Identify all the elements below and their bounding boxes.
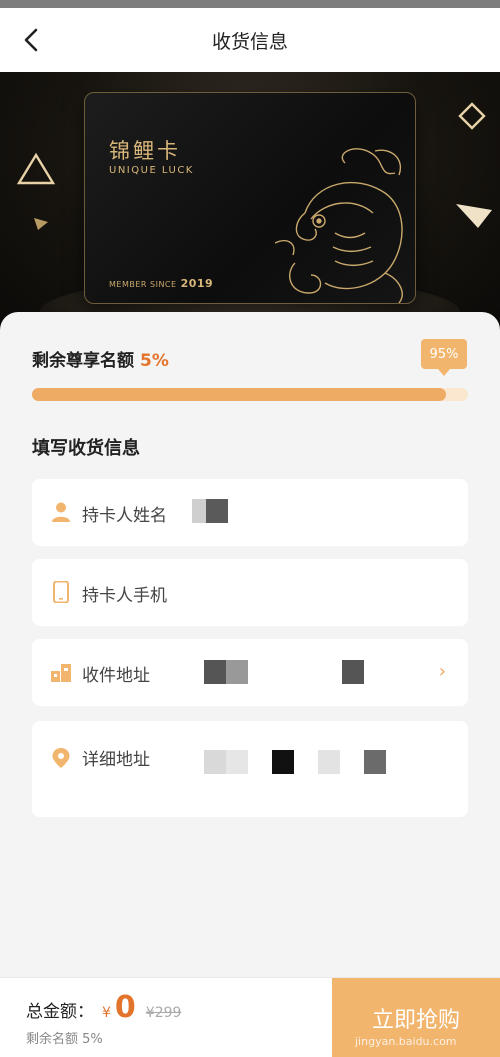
progress-bubble: 95% — [421, 339, 467, 376]
location-pin-icon — [52, 748, 70, 768]
card-member-since: MEMBER SINCE 2019 — [109, 277, 214, 290]
quota-label: 剩余尊享名额 — [32, 351, 134, 371]
section-title: 填写收货信息 — [32, 438, 140, 459]
total-row: 总金额： ¥ 0 ¥299 — [26, 990, 181, 1025]
original-price: ¥299 — [145, 1005, 182, 1021]
detailed-address-field[interactable]: 详细地址 — [32, 721, 468, 817]
currency-symbol: ¥ — [102, 1005, 111, 1021]
total-label: 总金额： — [26, 1002, 94, 1022]
progress-bubble-text: 95% — [429, 346, 459, 362]
redacted-value — [192, 499, 228, 523]
quota-percent: 5% — [140, 351, 169, 371]
chevron-right-icon[interactable]: › — [439, 661, 446, 682]
triangle-decor — [456, 204, 492, 228]
progress-bar — [32, 388, 468, 401]
card-subtitle: UNIQUE LUCK — [109, 165, 194, 176]
user-icon — [52, 502, 70, 522]
building-icon — [51, 664, 71, 682]
quota-row: 剩余尊享名额 5% — [32, 346, 169, 371]
card-name: 锦鲤卡 — [109, 139, 181, 163]
field-label: 持卡人姓名 — [82, 506, 167, 526]
cardholder-phone-field[interactable]: 持卡人手机 — [32, 559, 468, 626]
remaining-quota-text: 剩余名额 5% — [26, 1032, 103, 1047]
square-decor — [458, 102, 486, 130]
membership-card: 锦鲤卡 UNIQUE LUCK MEMBER SINCE 2019 — [84, 92, 416, 304]
total-amount: 0 — [114, 990, 136, 1025]
redacted-value — [204, 660, 364, 684]
shipping-address-field[interactable]: 收件地址 › — [32, 639, 468, 706]
watermark: jingyan.baidu.com — [355, 1035, 457, 1048]
koi-fish-icon — [275, 148, 403, 303]
redacted-value — [204, 750, 386, 774]
field-label: 收件地址 — [82, 666, 150, 686]
cardholder-name-field[interactable]: 持卡人姓名 — [32, 479, 468, 546]
field-label: 持卡人手机 — [82, 586, 167, 606]
hero-banner: 锦鲤卡 UNIQUE LUCK MEMBER SINCE 2019 — [0, 72, 500, 332]
phone-icon — [53, 581, 69, 603]
triangle-decor — [16, 152, 56, 185]
info-panel: 剩余尊享名额 5% 95% 填写收货信息 持卡人姓名 持卡人手机 收件地址 › … — [0, 312, 500, 977]
nav-bar: 收货信息 — [0, 8, 500, 72]
page-title: 收货信息 — [211, 30, 288, 53]
status-strip — [0, 0, 500, 8]
progress-fill — [32, 388, 447, 401]
triangle-decor — [34, 218, 48, 230]
field-label: 详细地址 — [82, 750, 150, 770]
back-arrow-icon[interactable] — [18, 26, 46, 54]
